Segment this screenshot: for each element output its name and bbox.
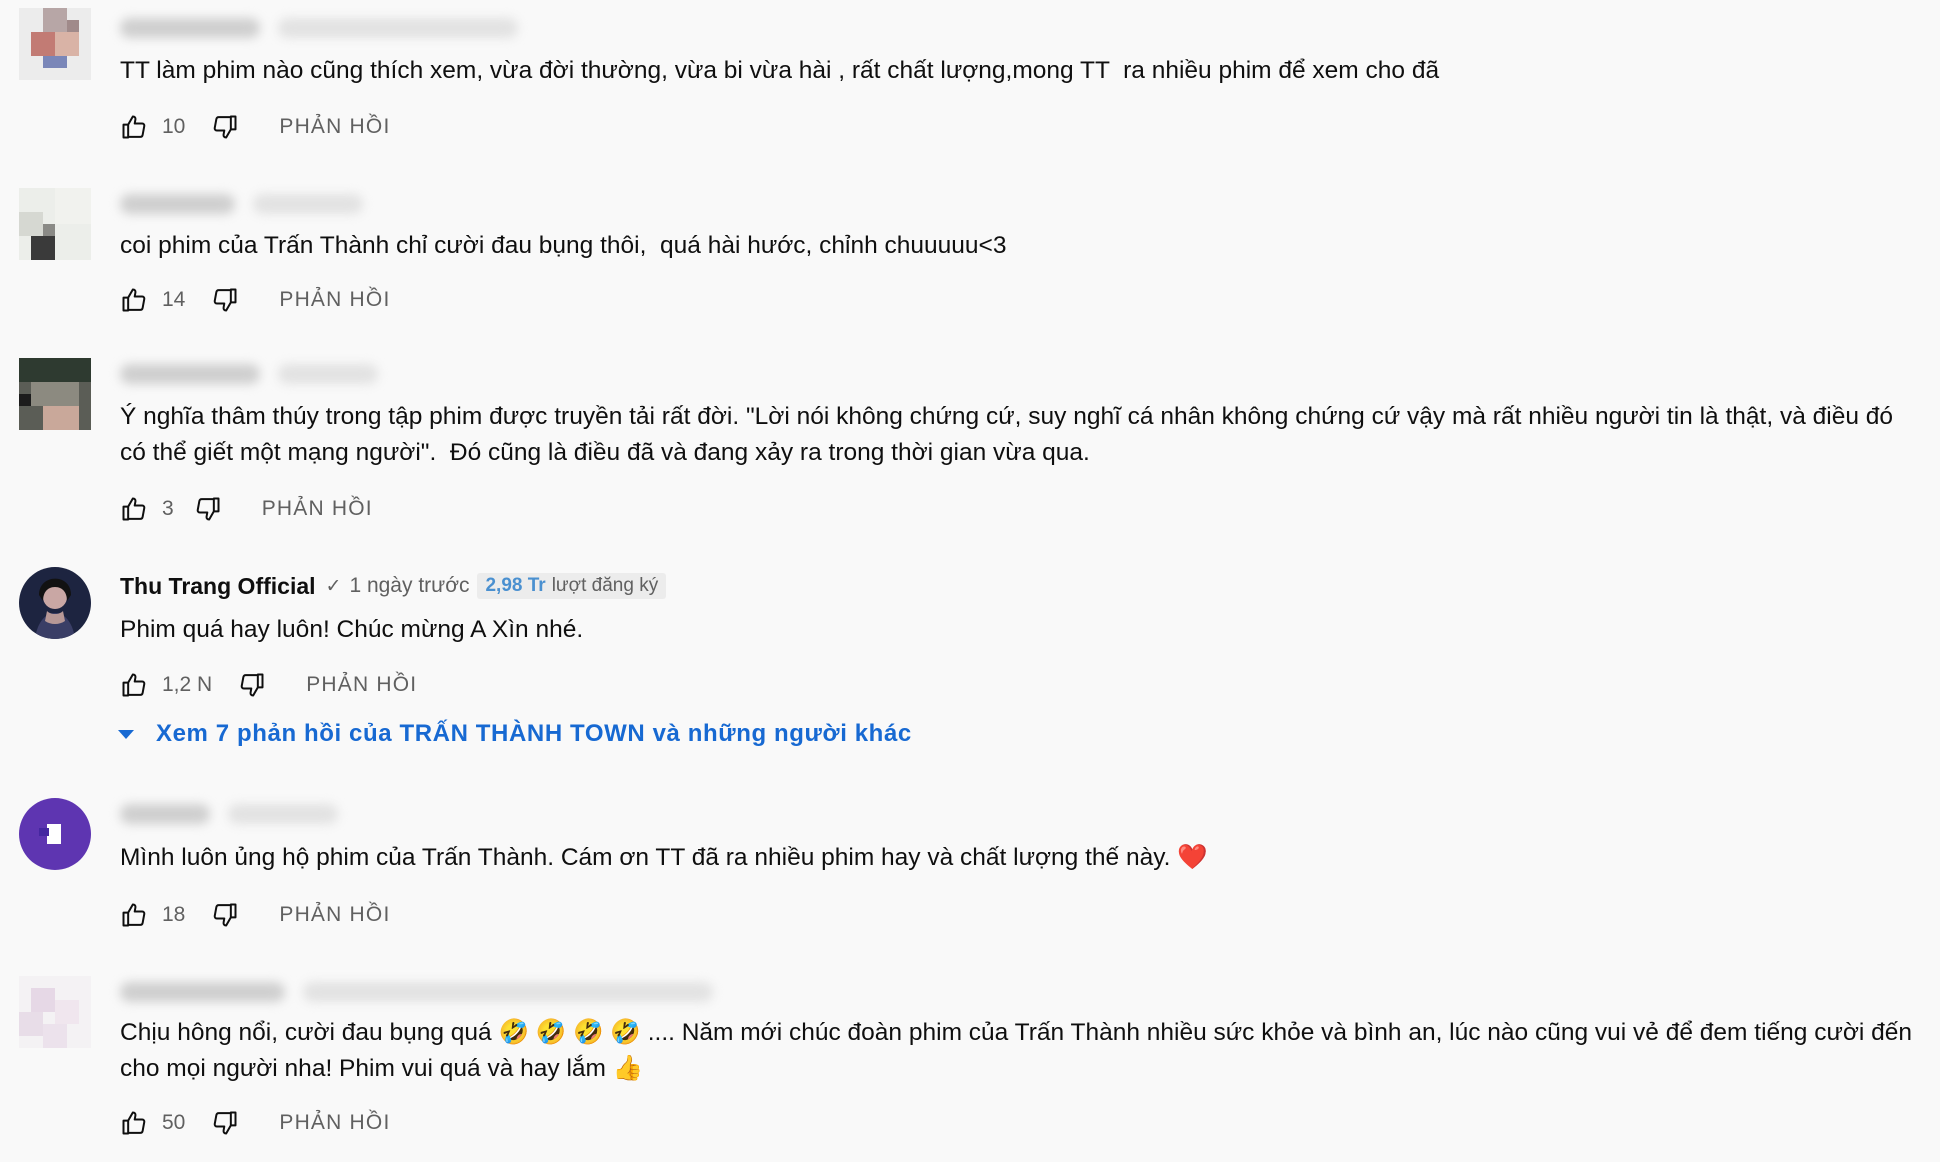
comment-header <box>120 800 356 828</box>
like-icon[interactable] <box>120 286 148 314</box>
dislike-icon[interactable] <box>211 901 239 929</box>
avatar[interactable] <box>19 358 91 430</box>
author-name-redacted <box>120 18 260 38</box>
reply-button[interactable]: PHẢN HỒI <box>279 288 390 312</box>
comment-text: Chịu hông nổi, cười đau bụng quá 🤣 🤣 🤣 🤣… <box>120 1019 1919 1082</box>
comment-text: TT làm phim nào cũng thích xem, vừa đời … <box>120 57 1440 84</box>
avatar[interactable] <box>19 976 91 1048</box>
dislike-icon[interactable] <box>194 495 222 523</box>
avatar-pixelated-icon <box>19 188 91 260</box>
time-redacted <box>303 982 713 1002</box>
comment-actions: 3 PHẢN HỒI <box>120 493 373 525</box>
like-icon[interactable] <box>120 1109 148 1137</box>
like-count: 3 <box>162 497 174 520</box>
like-icon[interactable] <box>120 495 148 523</box>
avatar-pixelated-icon <box>19 976 91 1048</box>
comment-header <box>120 360 396 388</box>
like-count: 1,2 N <box>162 673 213 696</box>
comment-actions: 1,2 N PHẢN HỒI <box>120 669 417 701</box>
view-replies-button[interactable]: Xem 7 phản hồi của TRẤN THÀNH TOWN và nh… <box>118 720 912 748</box>
reply-button[interactable]: PHẢN HỒI <box>279 1111 390 1135</box>
author-name[interactable]: Thu Trang Official <box>120 573 316 600</box>
dislike-icon[interactable] <box>211 286 239 314</box>
dislike-icon[interactable] <box>211 113 239 141</box>
reply-button[interactable]: PHẢN HỒI <box>262 497 373 521</box>
avatar[interactable] <box>19 8 91 80</box>
dislike-icon[interactable] <box>211 1109 239 1137</box>
reply-button[interactable]: PHẢN HỒI <box>306 673 417 697</box>
like-icon[interactable] <box>120 113 148 141</box>
comment-text: Mình luôn ủng hộ phim của Trấn Thành. Cá… <box>120 844 1208 871</box>
dislike-icon[interactable] <box>238 671 266 699</box>
comment-header: Thu Trang Official ✓ 1 ngày trước 2,98 T… <box>120 572 667 600</box>
subscriber-label: lượt đăng ký <box>551 575 659 596</box>
comment-header <box>120 190 381 218</box>
like-count: 10 <box>162 115 186 138</box>
avatar[interactable] <box>19 798 91 870</box>
comment-actions: 50 PHẢN HỒI <box>120 1107 390 1139</box>
comment-actions: 14 PHẢN HỒI <box>120 284 390 316</box>
author-name-redacted <box>120 804 210 824</box>
reply-button[interactable]: PHẢN HỒI <box>279 903 390 927</box>
avatar[interactable] <box>19 188 91 260</box>
comment-actions: 18 PHẢN HỒI <box>120 899 390 931</box>
author-name-redacted <box>120 194 235 214</box>
avatar[interactable] <box>19 567 91 639</box>
like-count: 50 <box>162 1111 186 1134</box>
like-icon[interactable] <box>120 671 148 699</box>
subscriber-count: 2,98 Tr <box>485 575 546 596</box>
author-name-redacted <box>120 364 260 384</box>
like-count: 14 <box>162 288 186 311</box>
comment-actions: 10 PHẢN HỒI <box>120 111 390 143</box>
avatar-pixelated-icon <box>19 358 91 430</box>
comment-text: Ý nghĩa thâm thúy trong tập phim được tr… <box>120 403 1900 466</box>
verified-check-icon: ✓ <box>325 575 342 597</box>
avatar-pixelated-icon <box>19 8 91 80</box>
time-redacted <box>253 194 363 214</box>
author-name-redacted <box>120 982 285 1002</box>
time-redacted <box>278 18 518 38</box>
reply-button[interactable]: PHẢN HỒI <box>279 115 390 139</box>
avatar-letter-icon <box>19 798 91 870</box>
comment-text: Phim quá hay luôn! Chúc mừng A Xìn nhé. <box>120 616 584 643</box>
view-replies-label: Xem 7 phản hồi của TRẤN THÀNH TOWN và nh… <box>156 720 912 747</box>
avatar-photo-icon <box>19 567 91 639</box>
comment-header <box>120 978 731 1006</box>
comment-header <box>120 14 536 42</box>
subscriber-badge: 2,98 Tr lượt đăng ký <box>477 573 667 599</box>
comment-time[interactable]: 1 ngày trước <box>349 574 469 598</box>
comment-text: coi phim của Trấn Thành chỉ cười đau bụn… <box>120 232 1007 259</box>
time-redacted <box>228 804 338 824</box>
caret-down-icon <box>118 729 134 739</box>
like-icon[interactable] <box>120 901 148 929</box>
like-count: 18 <box>162 903 186 926</box>
time-redacted <box>278 364 378 384</box>
